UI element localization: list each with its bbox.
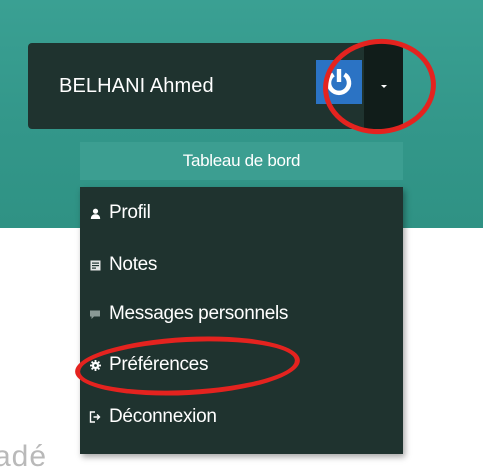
message-icon [89,308,101,320]
menu-item-profil[interactable]: Profil [80,191,403,235]
menu-item-notes[interactable]: Notes [80,243,403,287]
dashboard-link[interactable]: Tableau de bord [80,142,403,180]
menu-item-label: Notes [109,254,158,275]
menu-item-label: Messages personnels [109,303,289,324]
partial-background-text: adé [0,440,48,473]
menu-item-label: Profil [109,202,151,223]
logout-icon [89,411,101,423]
user-dropdown-menu: Profil Notes Messages personnels Préfére… [80,187,403,454]
notes-icon [89,259,101,271]
user-name-label: BELHANI Ahmed [59,74,214,97]
menu-item-deconnexion[interactable]: Déconnexion [80,395,403,439]
menu-item-messages[interactable]: Messages personnels [80,292,403,336]
menu-item-label: Déconnexion [109,406,217,427]
user-icon [89,207,101,219]
